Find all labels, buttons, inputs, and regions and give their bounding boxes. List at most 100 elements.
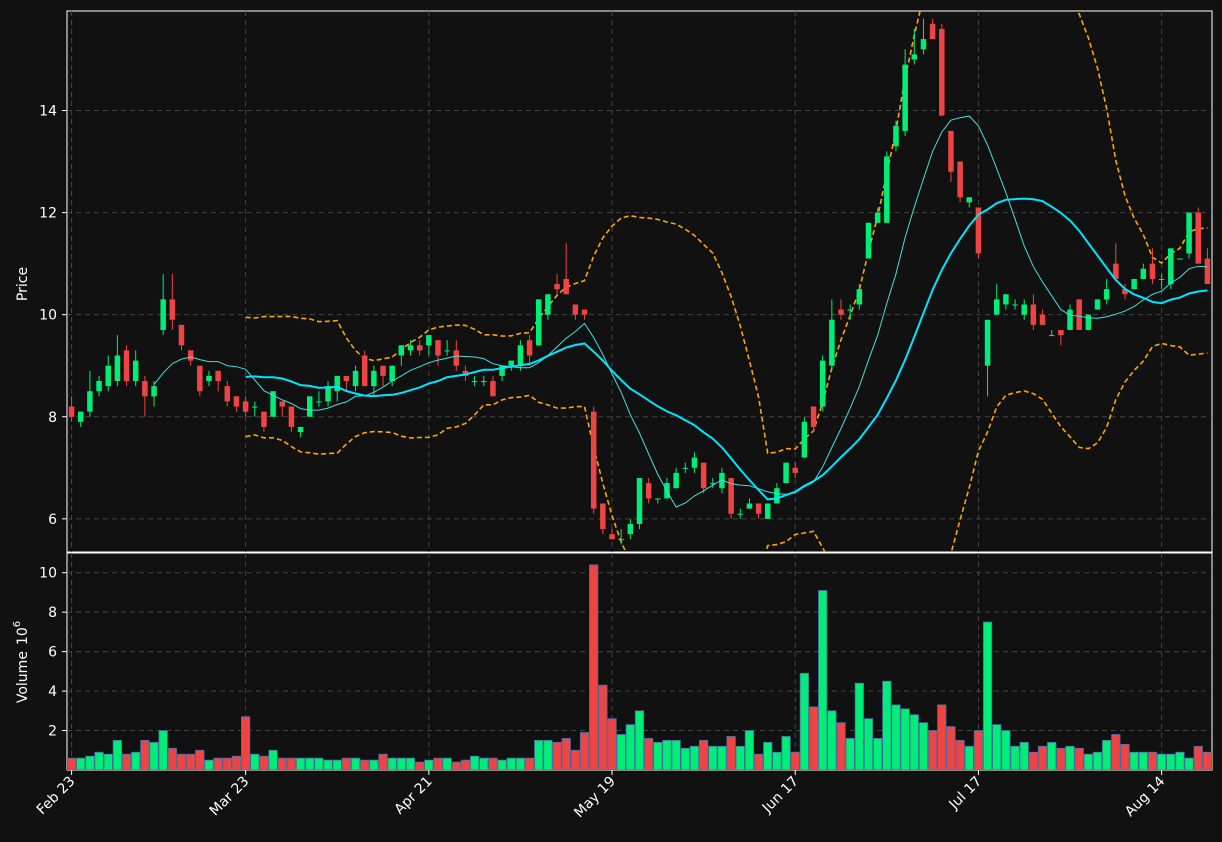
- candle-body: [471, 381, 478, 383]
- candle-body: [1186, 212, 1192, 254]
- candle-body: [838, 309, 844, 315]
- candle-body: [87, 391, 93, 412]
- volume-bar: [1193, 745, 1203, 770]
- volume-bar: [305, 757, 315, 770]
- volume-bar: [195, 749, 205, 770]
- volume-bar: [772, 751, 782, 770]
- volume-bar: [1092, 751, 1103, 770]
- volume-bar: [699, 740, 709, 770]
- candle-body: [1158, 278, 1165, 280]
- volume-bar: [1083, 753, 1093, 770]
- volume-bar: [955, 740, 965, 770]
- volume-bar: [680, 747, 690, 770]
- volume-bar: [222, 757, 232, 770]
- volume-bar: [360, 759, 370, 770]
- volume-bar: [625, 724, 635, 770]
- x-tick-label: Jul 17: [946, 774, 986, 814]
- candle-body: [655, 498, 661, 500]
- volume-y-ticks: 2 4 6 8 10: [39, 566, 67, 740]
- volume-bar: [241, 716, 251, 770]
- candle-body: [691, 457, 698, 468]
- candle-body: [453, 350, 460, 366]
- candle-body: [224, 386, 231, 402]
- candle-body: [764, 503, 771, 519]
- price-tick-label: 10: [39, 308, 57, 324]
- volume-bar: [589, 564, 599, 770]
- candle-body: [545, 294, 551, 315]
- candle-body: [746, 503, 753, 509]
- candle-body: [252, 406, 258, 408]
- candle-body: [261, 411, 267, 427]
- volume-bar: [818, 590, 828, 770]
- candle-body: [352, 370, 359, 387]
- volume-bar: [213, 757, 223, 770]
- volume-bar: [515, 757, 526, 770]
- candle-body: [178, 324, 185, 346]
- candle-body: [884, 156, 890, 223]
- volume-bar: [121, 753, 132, 770]
- volume-bar: [799, 672, 809, 770]
- volume-bar: [149, 741, 159, 770]
- candle-body: [618, 539, 624, 541]
- volume-bar: [1056, 747, 1066, 770]
- candle-body: [389, 365, 395, 382]
- volume-bar: [405, 757, 416, 770]
- candle-body: [1021, 304, 1027, 315]
- x-tick-label: May 19: [571, 774, 619, 822]
- price-tick-label: 6: [48, 512, 57, 528]
- candle-body: [1195, 212, 1202, 264]
- volume-bar: [85, 755, 95, 770]
- candle-body: [865, 222, 872, 259]
- volume-bar: [781, 736, 791, 770]
- candle-body: [426, 335, 432, 346]
- volume-bar: [1028, 751, 1038, 770]
- candle-body: [407, 345, 414, 351]
- candle-body: [160, 299, 166, 330]
- candle-body: [911, 54, 918, 60]
- candle-body: [609, 534, 615, 540]
- volume-bar: [506, 757, 516, 770]
- candle-body: [398, 345, 405, 356]
- candle-body: [316, 401, 322, 403]
- candle-body: [508, 360, 515, 366]
- volume-bar: [882, 680, 892, 770]
- volume-bar: [415, 761, 425, 770]
- volume-bar: [1129, 751, 1139, 770]
- price-tick-label: 8: [48, 410, 57, 426]
- x-tick-label: Feb 23: [34, 774, 79, 819]
- candle-body: [939, 28, 945, 116]
- candle-body: [444, 350, 450, 352]
- candle-body: [1067, 309, 1073, 330]
- volume-bar: [946, 726, 956, 770]
- x-tick-label: Apr 21: [391, 774, 435, 818]
- volume-axis-label: Volume: [15, 651, 31, 703]
- candle-body: [737, 513, 744, 515]
- volume-bar: [1102, 740, 1112, 770]
- volume-bar: [598, 684, 608, 770]
- candle-body: [1076, 299, 1082, 330]
- volume-bar: [295, 757, 306, 770]
- volume-panel: 246810 Volume106: [12, 552, 1213, 771]
- price-tick-label: 12: [39, 206, 57, 222]
- candle-body: [435, 340, 441, 356]
- x-tick-label: Mar 23: [207, 774, 253, 820]
- candle-body: [242, 401, 249, 412]
- volume-bar: [396, 757, 406, 770]
- candle-body: [966, 197, 973, 203]
- volume-bar: [1019, 741, 1029, 770]
- volume-tick-label: 2: [48, 724, 57, 740]
- volume-bar: [369, 759, 379, 770]
- candle-body: [682, 467, 689, 469]
- candle-body: [490, 381, 496, 397]
- volume-bar: [332, 759, 342, 770]
- candle-body: [334, 375, 340, 392]
- volume-bar: [900, 708, 910, 770]
- volume-bar: [378, 753, 388, 770]
- volume-bar: [1202, 751, 1212, 770]
- volume-bar: [717, 745, 727, 770]
- volume-bar: [424, 759, 434, 770]
- volume-bar: [451, 761, 461, 770]
- volume-bar: [570, 749, 580, 770]
- candle-body: [600, 503, 606, 530]
- candle-body: [1177, 258, 1183, 260]
